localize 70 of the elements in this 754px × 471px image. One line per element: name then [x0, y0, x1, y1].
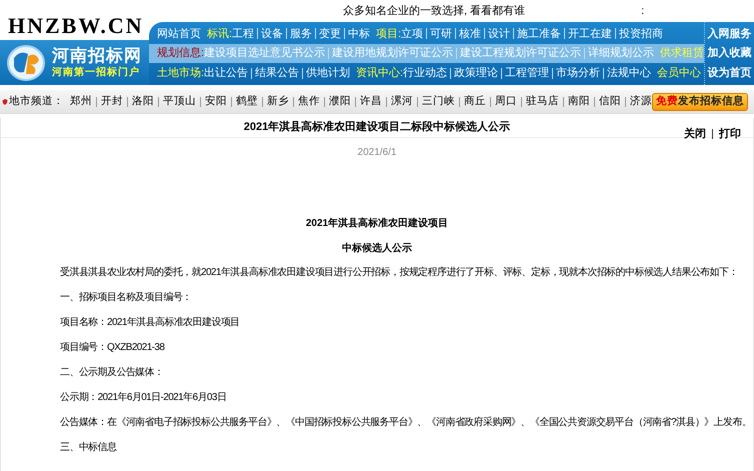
nav-link[interactable]: 设计	[488, 26, 510, 42]
side-link[interactable]: 加入收藏	[708, 45, 752, 62]
article-heading: 2021年淇县高标准农田建设项目	[306, 216, 448, 231]
city-link[interactable]: 济源	[630, 94, 652, 110]
nav-link[interactable]: 工程	[232, 26, 254, 42]
nav-category-link[interactable]: 标讯:	[206, 26, 232, 42]
city-link[interactable]: 驻马店	[526, 94, 559, 110]
nav-link[interactable]: 政策理论	[454, 64, 498, 82]
article-paragraph: 公示期：2021年6月01日-2021年6月03日	[60, 391, 228, 405]
site-tagline: 河南第一招标门户	[52, 66, 141, 80]
city-link[interactable]: 洛阳	[132, 94, 154, 110]
site-domain: HNZBW.CN	[8, 16, 144, 36]
city-link[interactable]: 郑州	[70, 94, 92, 110]
side-link[interactable]: 入网服务	[708, 26, 752, 42]
city-link[interactable]: 信阳	[599, 94, 621, 110]
site-name: 河南招标网	[52, 46, 142, 66]
city-channel-label: 地市频道：	[9, 94, 64, 109]
article-title: 2021年淇县高标准农田建设项目二标段中标候选人公示	[244, 120, 510, 136]
article-paragraph: 项目编号：QXZB2021-38	[60, 341, 166, 355]
article-paragraph: 一、招标项目名称及项目编号：	[60, 291, 193, 305]
publish-button[interactable]: 免费发布招标信息	[652, 92, 748, 110]
nav-category-link[interactable]: 会员中心	[657, 64, 702, 82]
nav-link[interactable]: 市场分析	[556, 64, 600, 82]
nav-category-link[interactable]: 资讯中心:	[356, 64, 404, 82]
article-paragraph: 项目名称：2021年淇县高标准农田建设项目	[60, 316, 241, 330]
nav-link[interactable]: 开工在建	[568, 26, 612, 42]
nav-category-link[interactable]: 土地市场:	[156, 64, 204, 82]
nav-link[interactable]: 核准	[459, 26, 482, 42]
city-link[interactable]: 三门峡	[422, 94, 455, 110]
nav-link[interactable]: 中标	[348, 26, 370, 42]
article-paragraph: 受淇县淇县农业农村局的委托，就2021年淇县高标准农田建设项目进行公开招标，按规定程序进行了开标、评标、定标，现就本次招标的中标候选人结果公布如下：	[60, 266, 739, 280]
slogan: 众多知名企业的一致选择, 看看都有谁	[343, 4, 526, 19]
colon-mark: :	[641, 4, 644, 19]
city-link[interactable]: 新乡	[267, 94, 289, 110]
city-link[interactable]: 安阳	[205, 94, 227, 110]
article-action-link[interactable]: 打印	[719, 126, 741, 142]
article-action-link[interactable]: 关闭	[684, 126, 706, 142]
nav-link[interactable]: 出让公告	[204, 64, 248, 82]
nav-link[interactable]: 设备	[261, 26, 283, 42]
nav-link[interactable]: 行业动态	[403, 64, 448, 82]
nav-category-link[interactable]: 规划信息:	[156, 45, 204, 62]
city-link[interactable]: 南阳	[568, 94, 590, 110]
city-link[interactable]: 鹤壁	[236, 94, 258, 110]
city-link[interactable]: 商丘	[464, 94, 486, 110]
nav-link[interactable]: 变更	[319, 26, 341, 42]
city-link[interactable]: 濮阳	[329, 94, 351, 110]
city-link[interactable]: 开封	[101, 94, 123, 110]
nav-link[interactable]: 供地计划	[306, 64, 350, 82]
city-link[interactable]: 平顶山	[163, 94, 196, 110]
city-link[interactable]: 许昌	[360, 94, 382, 110]
city-link[interactable]: 漯河	[391, 94, 413, 110]
nav-category-link[interactable]: 项目:	[376, 26, 402, 42]
nav-link[interactable]: 结果公告	[255, 64, 299, 82]
side-link[interactable]: 设为首页	[708, 64, 752, 82]
nav-link[interactable]: 工程管理	[505, 64, 550, 82]
nav-link[interactable]: 投资招商	[619, 26, 664, 42]
nav-link[interactable]: 网站首页	[156, 26, 201, 42]
nav-link[interactable]: 立项	[401, 26, 424, 42]
article-paragraph: 公告媒体：在《河南省电子招标投标公共服务平台》、《中国招标投标公共服务平台》、《河南省政府采购网》、《全国公共资源交易平台（河南省?淇县）》上发布。	[60, 416, 743, 430]
nav-link[interactable]: 施工准备	[517, 26, 562, 42]
article-subheading: 中标候选人公示	[342, 242, 412, 256]
nav-link[interactable]: 服务	[290, 26, 312, 42]
article-paragraph: 三、中标信息	[60, 441, 118, 455]
nav-link[interactable]: 可研	[430, 26, 452, 42]
article-date: 2021/6/1	[358, 146, 396, 160]
article-paragraph: 二、公示期及公告媒体：	[60, 366, 164, 380]
city-link[interactable]: 周口	[495, 94, 517, 110]
nav-link[interactable]: 法规中心	[607, 64, 652, 82]
city-link[interactable]: 焦作	[298, 94, 320, 110]
logo-icon	[6, 44, 46, 82]
